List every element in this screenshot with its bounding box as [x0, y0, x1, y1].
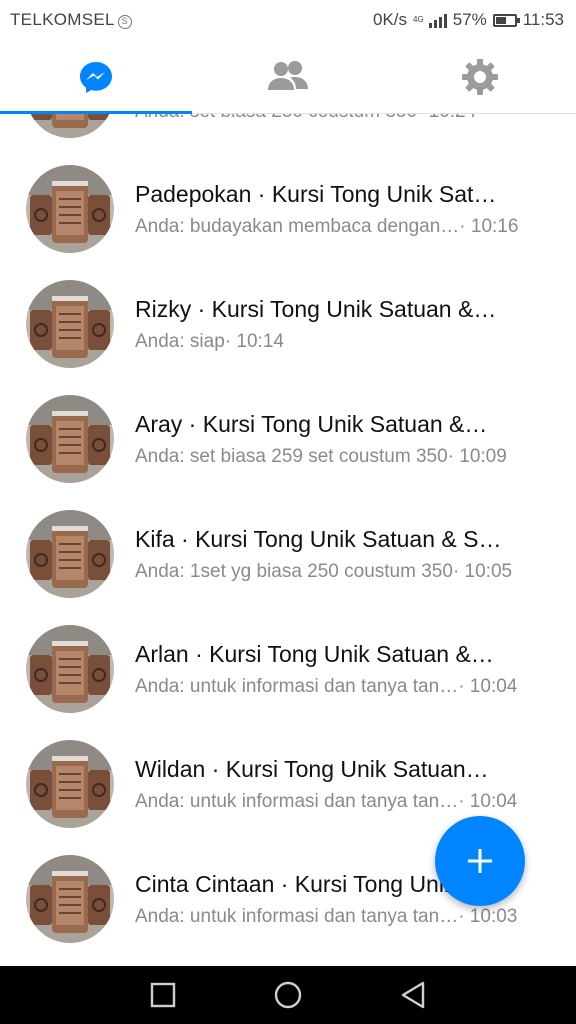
home-button[interactable]	[268, 975, 308, 1015]
back-icon	[402, 981, 425, 1009]
conversation-time: · 10:14	[224, 331, 284, 352]
conversation-preview: Anda: untuk informasi dan tanya tan…	[135, 676, 459, 697]
carrier: TELKOMSEL S	[10, 10, 132, 30]
signal-icon	[428, 12, 447, 28]
conversation-time: · 10:04	[458, 791, 518, 812]
conversation-meta: Anda: 1set yg biasa 250 coustum 350 · 10…	[135, 561, 555, 583]
conversation-meta: Anda: budayakan membaca dengan… · 10:16	[135, 216, 555, 238]
conversation-time: · 10:24	[417, 114, 476, 123]
network-speed: 0K/s	[372, 10, 408, 29]
conversation-time: · 10:03	[458, 906, 518, 927]
conversation-preview: Anda: budayakan membaca dengan…	[135, 216, 460, 237]
conversation-time: · 10:05	[452, 561, 513, 582]
conversation-meta: Anda: untuk informasi dan tanya tan… · 1…	[135, 676, 555, 698]
conversation-title: Padepokan · Kursi Tong Unik Sat…	[135, 181, 497, 207]
battery-fill	[495, 16, 506, 24]
avatar	[26, 855, 114, 943]
avatar	[26, 395, 114, 483]
plus-icon	[468, 849, 492, 873]
recent-apps-button[interactable]	[143, 975, 183, 1015]
conversation-preview: Anda: untuk informasi dan tanya tan…	[135, 906, 459, 927]
gear-icon	[462, 58, 498, 95]
conversation-preview: Anda: 1set yg biasa 250 coustum 350	[135, 561, 453, 582]
avatar	[26, 280, 114, 368]
conversation-meta: Anda: set biasa 259 set coustum 350 · 10…	[135, 446, 555, 468]
back-button[interactable]	[393, 975, 433, 1015]
network-type: 4G	[413, 15, 424, 24]
tab-people[interactable]	[192, 40, 384, 113]
conversation-row[interactable]: Anda: set biasa 250 coustum 350 · 10:24	[0, 114, 576, 151]
tab-bar	[0, 40, 576, 114]
conversation-preview: Anda: set biasa 250 coustum 350	[135, 114, 417, 123]
conversation-preview: Anda: siap	[135, 331, 225, 352]
avatar	[26, 114, 114, 138]
people-icon	[268, 60, 308, 90]
conversation-row[interactable]: Kifa · Kursi Tong Unik Satuan & S… Anda:…	[0, 496, 576, 611]
chat-bubble-icon	[80, 61, 112, 93]
conversation-preview: Anda: set biasa 259 set coustum 350	[135, 446, 448, 467]
avatar	[26, 165, 114, 253]
conversation-meta: Anda: untuk informasi dan tanya tan… · 1…	[135, 906, 555, 928]
home-icon	[274, 981, 302, 1009]
system-nav-bar	[0, 966, 576, 1024]
clock: 11:53	[522, 10, 564, 29]
conversation-row[interactable]: Padepokan · Kursi Tong Unik Sat… Anda: b…	[0, 151, 576, 266]
conversation-title: Wildan · Kursi Tong Unik Satuan…	[135, 756, 489, 782]
avatar	[26, 625, 114, 713]
active-tab-indicator	[0, 111, 192, 114]
avatar	[26, 510, 114, 598]
carrier-label: TELKOMSEL	[10, 10, 115, 29]
conversation-row[interactable]: Arlan · Kursi Tong Unik Satuan &… Anda: …	[0, 611, 576, 726]
carrier-badge-icon: S	[117, 15, 132, 29]
status-bar: TELKOMSEL S 0K/s 4G 57% 11:53	[0, 0, 576, 40]
conversation-title: Aray · Kursi Tong Unik Satuan &…	[135, 411, 488, 437]
new-message-button[interactable]	[435, 816, 525, 906]
recent-apps-icon	[150, 982, 175, 1008]
conversation-title: Kifa · Kursi Tong Unik Satuan & S…	[135, 526, 502, 552]
conversation-meta: Anda: set biasa 250 coustum 350 · 10:24	[135, 114, 555, 123]
tab-chats[interactable]	[0, 40, 192, 114]
conversation-row[interactable]: Aray · Kursi Tong Unik Satuan &… Anda: s…	[0, 381, 576, 496]
conversation-time: · 10:04	[458, 676, 518, 697]
conversation-title: Arlan · Kursi Tong Unik Satuan &…	[135, 641, 494, 667]
conversation-time: · 10:16	[459, 216, 519, 237]
avatar	[26, 740, 114, 828]
tab-settings[interactable]	[384, 40, 576, 113]
status-icons: 0K/s 4G 57% 11:53	[373, 10, 564, 30]
conversation-meta: Anda: untuk informasi dan tanya tan… · 1…	[135, 791, 555, 813]
battery-icon	[492, 13, 520, 27]
conversation-preview: Anda: untuk informasi dan tanya tan…	[135, 791, 459, 812]
conversation-time: · 10:09	[447, 446, 507, 467]
conversation-title: Rizky · Kursi Tong Unik Satuan &…	[135, 296, 497, 322]
conversation-row[interactable]: Rizky · Kursi Tong Unik Satuan &… Anda: …	[0, 266, 576, 381]
battery-percent: 57%	[452, 10, 487, 29]
conversation-meta: Anda: siap · 10:14	[135, 331, 555, 353]
